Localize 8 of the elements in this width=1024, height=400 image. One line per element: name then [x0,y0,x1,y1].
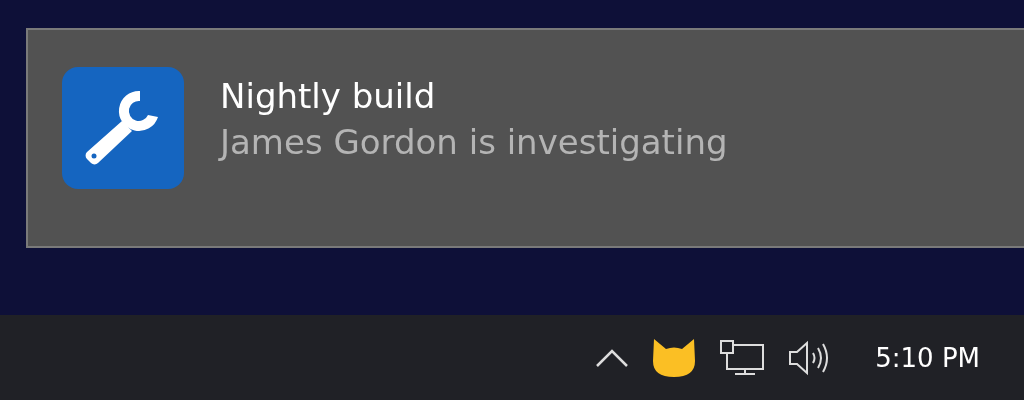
clock[interactable]: 5:10 PM [875,342,980,373]
network-icon[interactable] [719,338,766,377]
wrench-icon [62,67,184,189]
notification-message: James Gordon is investigating [220,121,728,163]
notification-toast[interactable]: Nightly build James Gordon is investigating [26,28,1024,248]
cat-icon[interactable] [651,336,698,379]
notification-title: Nightly build [220,75,437,117]
chevron-up-icon[interactable] [595,347,630,368]
